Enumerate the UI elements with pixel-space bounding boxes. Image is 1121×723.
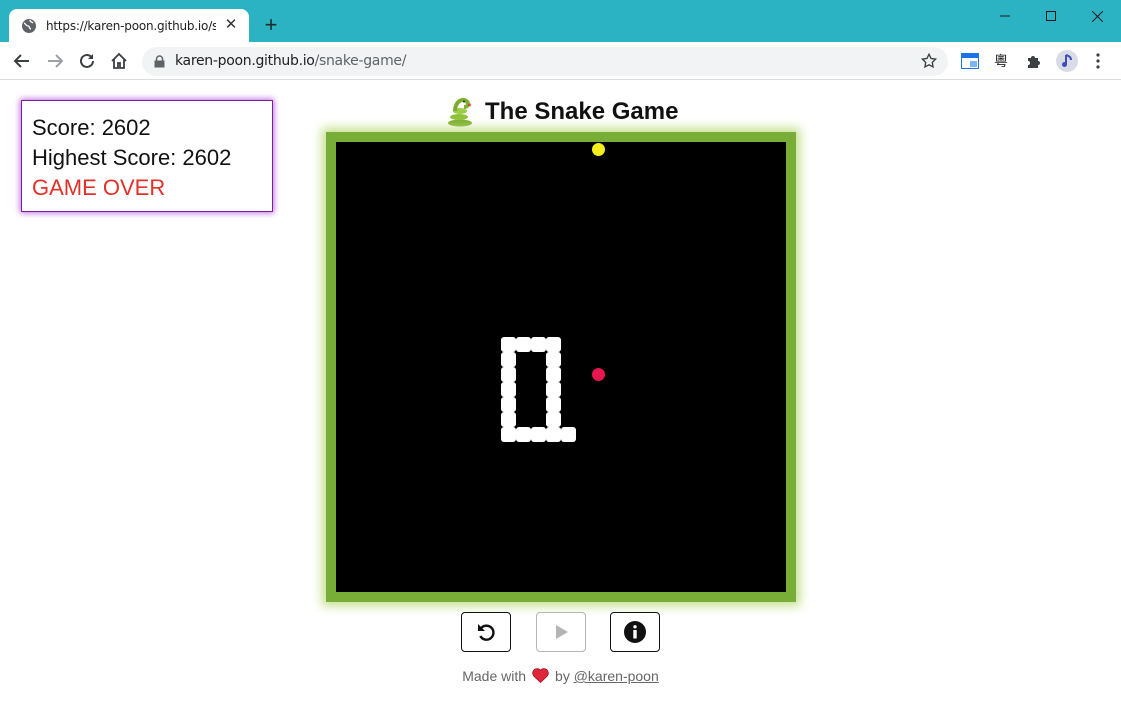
highest-score-text: Highest Score: 2602: [32, 145, 232, 170]
snake-segment: [546, 412, 561, 427]
snake-segment: [501, 427, 516, 442]
snake-segment: [546, 427, 561, 442]
restart-button[interactable]: [461, 612, 511, 652]
snake-segment: [531, 337, 546, 352]
back-icon[interactable]: [10, 49, 34, 73]
browser-tab[interactable]: https://karen-poon.github.io/snake-game/…: [9, 9, 249, 42]
author-link[interactable]: @karen-poon: [574, 668, 659, 684]
snake-segment: [531, 427, 546, 442]
menu-kebab-icon[interactable]: [1088, 51, 1108, 71]
snake-segment: [516, 337, 531, 352]
snake-segment: [561, 427, 576, 442]
food-red: [592, 368, 605, 381]
maximize-icon[interactable]: [1028, 0, 1074, 32]
extensions-puzzle-icon[interactable]: [1024, 51, 1044, 71]
extension-window-icon[interactable]: [960, 51, 980, 71]
snake-segment: [546, 337, 561, 352]
globe-icon: [22, 18, 36, 33]
snake-segment: [516, 427, 531, 442]
browser-toolbar: karen-poon.github.io/snake-game/ 粵: [0, 42, 1121, 80]
forward-icon[interactable]: [43, 49, 67, 73]
snake-segment: [501, 397, 516, 412]
info-button[interactable]: [610, 612, 660, 652]
minimize-icon[interactable]: [982, 0, 1028, 32]
page-title: The Snake Game: [445, 96, 678, 128]
game-board[interactable]: [336, 142, 786, 592]
browser-titlebar: https://karen-poon.github.io/snake-game/…: [0, 0, 1121, 42]
info-icon: [624, 621, 646, 643]
lock-icon: [154, 55, 165, 68]
food-yellow: [592, 143, 605, 156]
url-text: karen-poon.github.io/snake-game/: [175, 53, 407, 69]
profile-avatar-icon[interactable]: [1056, 50, 1078, 72]
bookmark-star-icon[interactable]: [920, 52, 938, 70]
heart-icon: [532, 668, 549, 683]
score-text: Score: 2602: [32, 115, 151, 140]
snake-icon: [448, 97, 472, 127]
close-tab-icon[interactable]: ✕: [223, 17, 239, 33]
by-text: by: [555, 668, 570, 684]
play-icon: [556, 625, 568, 639]
scoreboard: Score: 2602 Highest Score: 2602 GAME OVE…: [21, 100, 273, 212]
snake-segment: [546, 352, 561, 367]
game-over-status: GAME OVER: [32, 175, 166, 200]
reload-icon[interactable]: [75, 49, 99, 73]
snake-segment: [546, 397, 561, 412]
snake-segment: [501, 352, 516, 367]
play-button[interactable]: [536, 612, 586, 652]
made-with-text: Made with: [462, 668, 527, 684]
close-window-icon[interactable]: [1074, 0, 1120, 32]
home-icon[interactable]: [107, 49, 131, 73]
snake-segment: [501, 337, 516, 352]
footer: Made with by @karen-poon: [0, 668, 1121, 684]
snake-segment: [501, 412, 516, 427]
snake-segment: [501, 367, 516, 382]
snake-segment: [546, 367, 561, 382]
snake-segment: [546, 382, 561, 397]
tab-title: https://karen-poon.github.io/snake-game/: [46, 18, 216, 33]
game-title: The Snake Game: [485, 98, 679, 125]
address-bar[interactable]: karen-poon.github.io/snake-game/: [142, 47, 948, 76]
restart-icon: [478, 624, 495, 641]
snake-segment: [501, 382, 516, 397]
extension-cantonese-icon[interactable]: 粵: [991, 51, 1011, 71]
game-board-frame: [326, 132, 796, 602]
new-tab-icon[interactable]: +: [260, 14, 282, 36]
